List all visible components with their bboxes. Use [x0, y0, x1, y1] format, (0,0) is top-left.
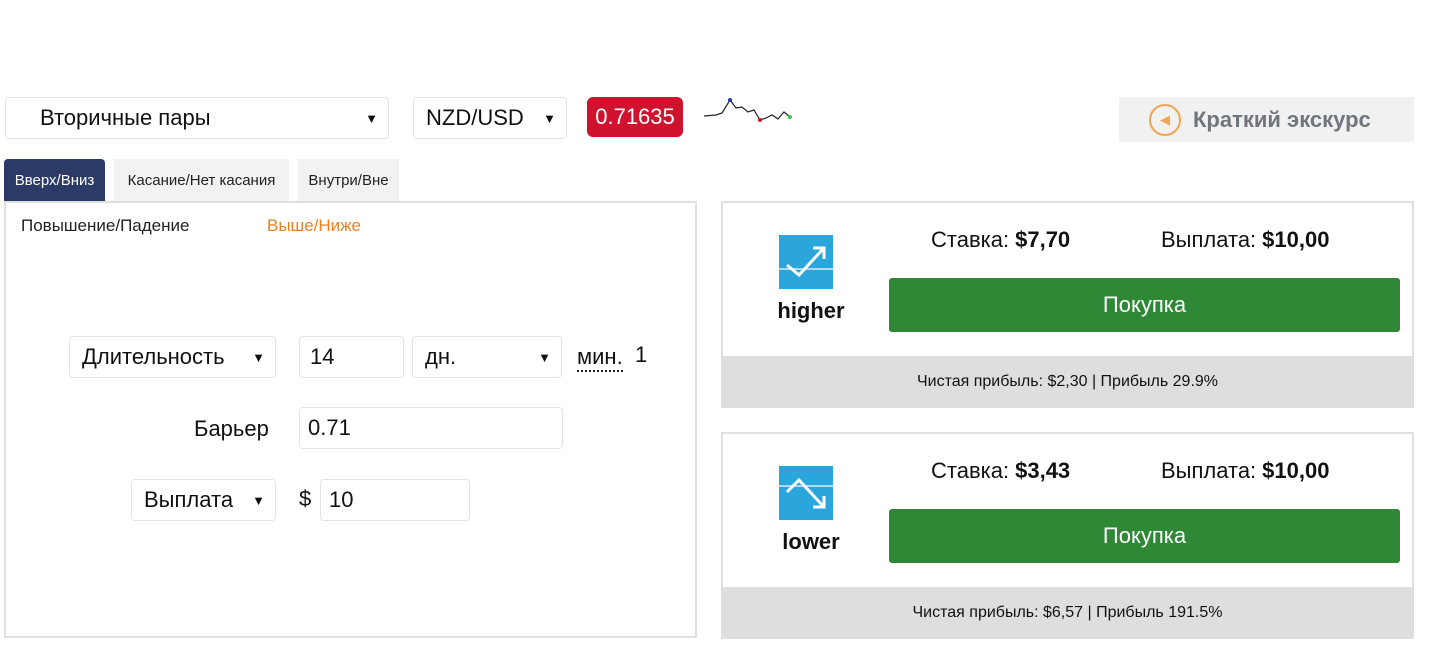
duration-value-input[interactable]: 14: [299, 336, 404, 378]
tab-in-out[interactable]: Внутри/Вне: [298, 159, 399, 202]
payout-value: $10,00: [1262, 227, 1330, 252]
dropdown-arrow-icon: ▼: [252, 349, 265, 365]
tour-button-label: Краткий экскурс: [1193, 106, 1371, 132]
duration-unit-select[interactable]: дн. ▼: [412, 336, 562, 378]
min-duration-label: мин.: [577, 344, 623, 372]
asset-select-value: NZD/USD: [426, 105, 524, 130]
duration-type-select[interactable]: Длительность ▼: [69, 336, 276, 378]
dropdown-arrow-icon: ▼: [252, 492, 265, 508]
stake-value: $7,70: [1015, 227, 1071, 252]
buy-lower-button[interactable]: Покупка: [889, 509, 1400, 563]
contract-card-lower: lower Ставка: $3,43 Выплата: $10,00 Покупк…: [721, 432, 1414, 639]
tour-arrow-icon: ◀: [1149, 103, 1181, 136]
sparkline-chart: [703, 98, 792, 122]
payout-info: Выплата: $10,00: [1161, 227, 1329, 253]
tab-up-down[interactable]: Вверх/Вниз: [4, 159, 105, 202]
currency-symbol: $: [299, 486, 312, 511]
contract-card-higher: higher Ставка: $7,70 Выплата: $10,00 Покуп…: [721, 201, 1414, 408]
stake-label: Ставка:: [931, 227, 1010, 252]
min-duration-value: 1: [635, 342, 648, 367]
fall-chart-icon: [779, 466, 833, 520]
payout-label: Выплата:: [1161, 227, 1257, 252]
payout-value: $10,00: [1262, 458, 1330, 483]
amount-type-select[interactable]: Выплата ▼: [131, 479, 276, 521]
subtab-higher-lower[interactable]: Выше/Ниже: [267, 216, 361, 236]
payout-label: Выплата:: [1161, 458, 1257, 483]
sparkline-high-dot: [728, 98, 732, 102]
market-select-value: Вторичные пары: [40, 105, 211, 130]
duration-type-value: Длительность: [82, 344, 225, 369]
dropdown-arrow-icon: ▼: [543, 110, 556, 126]
tab-touch-no-touch[interactable]: Касание/Нет касания: [114, 159, 289, 202]
contract-label: higher: [777, 298, 845, 323]
payout-info: Выплата: $10,00: [1161, 458, 1329, 484]
subtab-rise-fall[interactable]: Повышение/Падение: [21, 216, 189, 236]
tour-button[interactable]: ◀ Краткий экскурс: [1119, 97, 1414, 142]
stake-info: Ставка: $7,70: [931, 227, 1070, 253]
market-select[interactable]: Вторичные пары ▼: [5, 97, 389, 139]
buy-higher-button[interactable]: Покупка: [889, 278, 1400, 332]
profit-summary: Чистая прибыль: $6,57 | Прибыль 191.5%: [721, 587, 1414, 639]
duration-unit-value: дн.: [425, 344, 457, 369]
barrier-input[interactable]: 0.71: [299, 407, 563, 449]
rise-chart-icon: [779, 235, 833, 289]
contract-label: lower: [782, 529, 840, 554]
profit-summary: Чистая прибыль: $2,30 | Прибыль 29.9%: [721, 356, 1414, 408]
stake-label: Ставка:: [931, 458, 1010, 483]
stake-value: $3,43: [1015, 458, 1071, 483]
asset-select[interactable]: NZD/USD ▼: [413, 97, 567, 139]
sparkline-low-dot: [758, 118, 762, 122]
stake-info: Ставка: $3,43: [931, 458, 1070, 484]
amount-type-value: Выплата: [144, 487, 234, 512]
sparkline-last-dot: [788, 115, 792, 119]
dropdown-arrow-icon: ▼: [365, 110, 378, 126]
spot-price-badge: 0.71635: [587, 97, 683, 137]
barrier-label: Барьер: [194, 416, 269, 441]
trade-form-panel: Повышение/Падение Выше/Ниже Длительность…: [4, 201, 697, 638]
amount-input[interactable]: 10: [320, 479, 470, 521]
dropdown-arrow-icon: ▼: [538, 349, 551, 365]
